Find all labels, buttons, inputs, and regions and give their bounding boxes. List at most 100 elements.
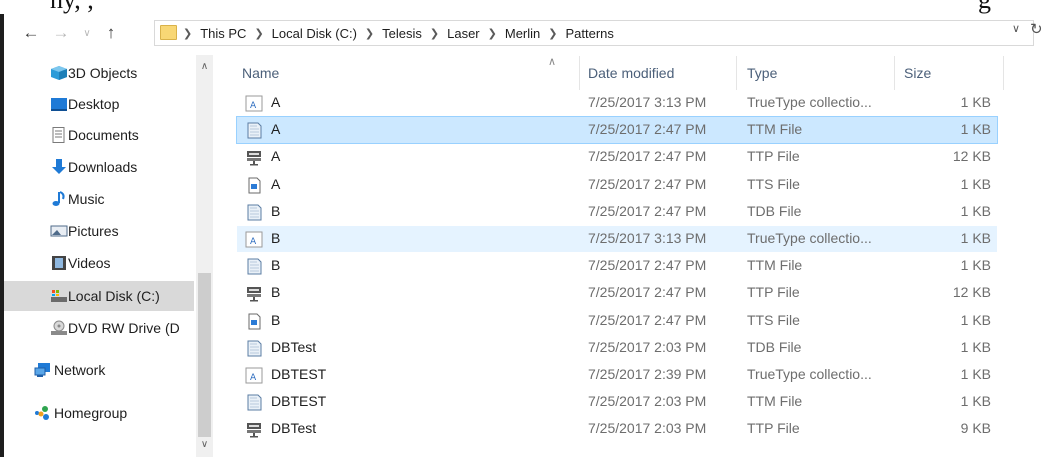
file-row[interactable]: B 7/25/2017 2:47 PM TTM File 1 KB	[237, 253, 997, 279]
breadcrumb-separator-icon[interactable]: ❯	[365, 27, 374, 40]
text-file-icon	[248, 313, 261, 330]
sidebar-item-music[interactable]: Music	[4, 184, 194, 214]
sidebar-item-downloads[interactable]: Downloads	[4, 152, 194, 182]
address-bar[interactable]: ❯ This PC ❯ Local Disk (C:) ❯ Telesis ❯ …	[154, 20, 1034, 46]
breadcrumb-separator-icon[interactable]: ❯	[183, 27, 192, 40]
sidebar-item-label: Videos	[68, 255, 111, 271]
top-text-fragment: ny, , g	[0, 0, 1055, 14]
sidebar-item-3d-objects[interactable]: 3D Objects	[4, 58, 194, 88]
column-divider[interactable]	[894, 56, 895, 90]
column-divider[interactable]	[736, 56, 737, 90]
sidebar-item-label: Homegroup	[54, 405, 128, 421]
up-button[interactable]: ↑	[100, 21, 122, 45]
file-date-modified: 7/25/2017 2:47 PM	[588, 311, 707, 328]
file-row[interactable]: A 7/25/2017 2:47 PM TTP File 12 KB	[237, 144, 997, 170]
refresh-icon[interactable]: ↻	[1030, 20, 1043, 38]
breadcrumb-patterns[interactable]: Patterns	[565, 26, 613, 41]
cube-icon	[51, 66, 67, 80]
file-row[interactable]: DBTest 7/25/2017 2:03 PM TDB File 1 KB	[237, 335, 997, 361]
sidebar-item-videos[interactable]: Videos	[4, 248, 194, 278]
file-date-modified: 7/25/2017 2:39 PM	[588, 366, 707, 382]
scrollbar-thumb[interactable]	[198, 273, 211, 437]
file-type: TTM File	[747, 393, 803, 410]
sidebar-item-local-disk[interactable]: Local Disk (C:)	[4, 281, 194, 311]
address-history-chevron-down-icon[interactable]: ∨	[1012, 22, 1020, 35]
file-date-modified: 7/25/2017 2:47 PM	[588, 148, 707, 165]
breadcrumb-merlin[interactable]: Merlin	[505, 26, 540, 41]
breadcrumb-separator-icon[interactable]: ❯	[430, 27, 439, 40]
file-name: A	[271, 94, 281, 110]
recent-locations-button[interactable]: ∨	[76, 21, 98, 45]
breadcrumb-separator-icon[interactable]: ❯	[254, 27, 263, 40]
file-size: 1 KB	[960, 338, 991, 355]
breadcrumb-local-disk[interactable]: Local Disk (C:)	[272, 26, 357, 41]
sidebar-item-homegroup[interactable]: Homegroup	[4, 398, 194, 428]
breadcrumb-laser[interactable]: Laser	[447, 26, 480, 41]
breadcrumb-this-pc[interactable]: This PC	[200, 26, 246, 41]
file-row[interactable]: B 7/25/2017 2:47 PM TTS File 1 KB	[237, 308, 997, 334]
film-icon	[52, 256, 66, 270]
documents-icon	[52, 127, 65, 143]
file-row[interactable]: DBTest 7/25/2017 2:03 PM TTP File 9 KB	[237, 416, 997, 442]
sidebar-item-label: Desktop	[68, 96, 120, 112]
music-note-icon	[52, 191, 65, 206]
column-divider[interactable]	[579, 56, 580, 90]
file-size: 12 KB	[952, 284, 991, 301]
svg-text:A: A	[250, 373, 257, 383]
breadcrumb-separator-icon[interactable]: ❯	[488, 27, 497, 40]
truetype-font-file-icon: A	[245, 367, 263, 384]
sidebar-item-label: Music	[68, 191, 105, 207]
generic-file-icon	[247, 394, 262, 411]
sidebar-item-documents[interactable]: Documents	[4, 120, 194, 150]
breadcrumb-telesis[interactable]: Telesis	[382, 26, 422, 41]
generic-file-icon	[247, 204, 262, 221]
file-row[interactable]: B 7/25/2017 2:47 PM TTP File 12 KB	[237, 280, 997, 306]
column-header-date-modified[interactable]: Date modified	[588, 65, 674, 81]
breadcrumb-separator-icon[interactable]: ❯	[548, 27, 557, 40]
file-row[interactable]: A DBTEST 7/25/2017 2:39 PM TrueType collect…	[237, 362, 997, 388]
scroll-down-icon[interactable]: ∨	[196, 439, 213, 450]
sidebar-item-label: DVD RW Drive (D	[68, 320, 180, 336]
file-row[interactable]: DBTEST 7/25/2017 2:03 PM TTM File 1 KB	[237, 389, 997, 415]
sidebar-item-dvd-drive[interactable]: DVD RW Drive (D	[4, 313, 194, 343]
column-header-name[interactable]: Name	[242, 65, 279, 81]
forward-button[interactable]: →	[50, 21, 72, 45]
file-type: TTS File	[747, 175, 800, 192]
column-header-type[interactable]: Type	[747, 65, 777, 81]
navigation-bar: ← → ∨ ↑ ❯ This PC ❯ Local Disk (C:) ❯ Te…	[4, 17, 1055, 49]
file-type: TrueType collectio...	[747, 230, 872, 246]
file-row[interactable]: A A 7/25/2017 3:13 PM TrueType collectio...…	[237, 90, 997, 116]
column-header-size[interactable]: Size	[904, 65, 931, 81]
file-size: 1 KB	[960, 257, 991, 274]
file-size: 1 KB	[960, 94, 991, 110]
sidebar-item-desktop[interactable]: Desktop	[4, 89, 194, 119]
file-size: 1 KB	[960, 230, 991, 246]
file-size: 1 KB	[960, 175, 991, 192]
sidebar-item-network[interactable]: Network	[4, 355, 194, 385]
file-name: A	[271, 148, 281, 165]
file-name: DBTest	[271, 338, 317, 355]
file-size: 1 KB	[960, 393, 991, 410]
file-row[interactable]: B 7/25/2017 2:47 PM TDB File 1 KB	[237, 199, 997, 225]
column-divider[interactable]	[1003, 56, 1004, 90]
file-name: DBTest	[271, 420, 317, 437]
dvd-drive-icon	[51, 320, 67, 335]
generic-file-icon	[247, 340, 262, 357]
top-fragment-left: ny, ,	[50, 0, 94, 14]
file-row[interactable]: A B 7/25/2017 3:13 PM TrueType collectio...…	[237, 226, 997, 252]
truetype-font-file-icon: A	[245, 231, 263, 248]
file-name: DBTEST	[271, 366, 327, 382]
arrow-right-icon: →	[52, 23, 70, 42]
navigation-pane: 3D Objects Desktop Documents Downloads M…	[4, 55, 216, 457]
file-row[interactable]: A 7/25/2017 2:47 PM TTS File 1 KB	[237, 172, 997, 198]
generic-file-icon	[247, 122, 262, 139]
file-name: B	[271, 202, 281, 219]
sidebar-scrollbar[interactable]: ∧ ∨	[196, 55, 213, 457]
scroll-up-icon[interactable]: ∧	[196, 61, 213, 72]
file-name: A	[271, 175, 281, 192]
file-date-modified: 7/25/2017 2:47 PM	[588, 257, 707, 274]
sidebar-item-pictures[interactable]: Pictures	[4, 216, 194, 246]
file-row[interactable]: A 7/25/2017 2:47 PM TTM File 1 KB	[236, 116, 998, 145]
sidebar-item-label: Local Disk (C:)	[68, 288, 160, 304]
back-button[interactable]: ←	[20, 21, 42, 45]
